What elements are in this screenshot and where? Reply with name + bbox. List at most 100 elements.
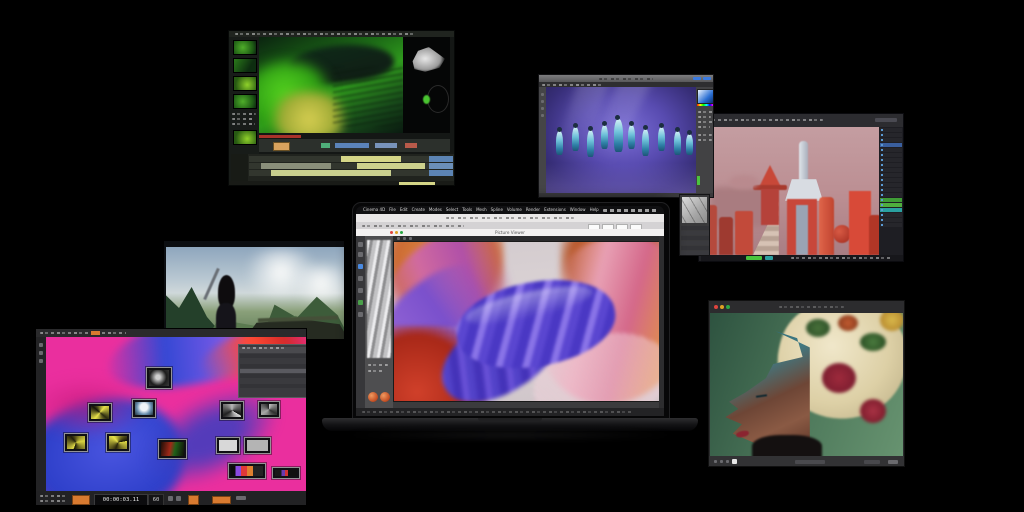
fps-field[interactable]: 60 xyxy=(148,494,164,506)
tool-icon[interactable] xyxy=(358,242,363,247)
parameter-row[interactable] xyxy=(240,364,306,368)
node-operator[interactable] xyxy=(158,439,187,459)
toolbar-icon[interactable] xyxy=(720,460,723,463)
parameter-row[interactable] xyxy=(240,374,306,378)
timeline-clip[interactable] xyxy=(341,156,401,162)
active-menu-chip[interactable] xyxy=(91,331,100,335)
outliner-row[interactable] xyxy=(880,193,902,197)
outliner-row[interactable] xyxy=(880,133,902,137)
clip-thumbnail[interactable] xyxy=(233,130,257,145)
menu-item[interactable]: Mesh xyxy=(476,206,487,214)
tool-icon[interactable] xyxy=(541,93,544,96)
option-chip[interactable] xyxy=(236,496,246,500)
parameter-row[interactable] xyxy=(240,379,306,383)
timeline-clip[interactable] xyxy=(271,170,391,176)
clip-thumbnail[interactable] xyxy=(233,58,257,73)
zoom-pill[interactable] xyxy=(795,460,825,464)
record-button[interactable] xyxy=(273,142,290,151)
tool-icon[interactable] xyxy=(541,114,544,117)
photo-editor-toolbar[interactable] xyxy=(709,456,904,467)
outliner-row[interactable] xyxy=(880,223,902,227)
range-chip[interactable] xyxy=(212,496,231,504)
outliner-row-selected[interactable] xyxy=(880,143,902,147)
foreground-color-chip[interactable] xyxy=(697,176,700,185)
clip-thumbnail[interactable] xyxy=(233,94,257,109)
zoom-button[interactable] xyxy=(726,305,730,309)
node-operator[interactable] xyxy=(258,401,280,418)
step-button[interactable] xyxy=(176,496,181,501)
tool-icon-active[interactable] xyxy=(358,264,363,269)
outliner-row[interactable] xyxy=(880,128,902,132)
tool-icon[interactable] xyxy=(358,288,363,293)
node-operator[interactable] xyxy=(220,401,244,420)
photoshop-titlebar[interactable] xyxy=(539,75,713,82)
loop-toggle[interactable] xyxy=(188,495,199,505)
blue-control[interactable] xyxy=(335,143,369,148)
color-picker[interactable] xyxy=(697,89,714,104)
play-button[interactable] xyxy=(72,495,90,505)
tool-icon[interactable] xyxy=(358,252,363,257)
menu-item[interactable]: Help xyxy=(590,206,599,214)
tool-icon[interactable] xyxy=(39,359,43,363)
timeline-bar[interactable] xyxy=(701,255,903,261)
clip-label[interactable] xyxy=(429,156,453,162)
outliner-row-green[interactable] xyxy=(880,203,902,207)
outliner-row[interactable] xyxy=(880,153,902,157)
outliner-row-green[interactable] xyxy=(880,198,902,202)
hue-strip[interactable] xyxy=(697,104,713,106)
tool-icon[interactable] xyxy=(541,100,544,103)
outliner-row[interactable] xyxy=(880,213,902,217)
outliner-row[interactable] xyxy=(880,183,902,187)
macos-menu-bar[interactable]: Cinema 4DFileEditCreateModesSelectToolsM… xyxy=(356,206,664,214)
parameter-row[interactable] xyxy=(240,354,306,358)
picture-viewer-titlebar[interactable]: Picture Viewer xyxy=(356,229,664,236)
clip-label[interactable] xyxy=(429,170,453,176)
menu-item[interactable]: Modes xyxy=(429,206,442,214)
transport-controls[interactable] xyxy=(259,139,450,152)
tool-icon[interactable] xyxy=(358,312,363,317)
teal-chip[interactable] xyxy=(765,256,773,260)
node-operator[interactable] xyxy=(132,399,156,418)
tool-icon[interactable] xyxy=(39,351,43,355)
zoom-button[interactable] xyxy=(400,231,403,234)
menu-item[interactable]: Extensions xyxy=(544,206,566,214)
toolbar-icon[interactable] xyxy=(714,460,717,463)
workspace-button[interactable] xyxy=(693,77,701,80)
timeline-transport-bar[interactable]: 00:00:03.11 60 xyxy=(36,491,307,506)
outliner-row[interactable] xyxy=(880,138,902,142)
material-sphere[interactable] xyxy=(380,392,390,402)
clip-label[interactable] xyxy=(429,163,453,169)
parameter-panel-header[interactable] xyxy=(239,347,307,353)
parameter-row[interactable] xyxy=(240,384,306,388)
menu-item[interactable]: Spline xyxy=(491,206,503,214)
workspace-button[interactable] xyxy=(703,77,711,80)
red-control[interactable] xyxy=(405,143,417,148)
status-icons-blur[interactable] xyxy=(603,209,657,212)
tool-column[interactable] xyxy=(356,236,365,408)
outliner-row[interactable] xyxy=(880,188,902,192)
menu-item[interactable]: Window xyxy=(570,206,586,214)
outliner-row[interactable] xyxy=(880,158,902,162)
viewer-icon[interactable] xyxy=(403,237,406,240)
app-toolbar[interactable] xyxy=(356,214,664,222)
photo-editor-titlebar[interactable] xyxy=(709,301,904,313)
node-operator[interactable] xyxy=(244,437,271,454)
viewer-icon[interactable] xyxy=(397,237,400,240)
node-strip[interactable] xyxy=(272,467,300,479)
parameter-row[interactable] xyxy=(240,389,306,393)
minimize-button[interactable] xyxy=(395,231,398,234)
toolbar-icon[interactable] xyxy=(888,460,898,464)
close-button[interactable] xyxy=(714,305,718,309)
tool-strip[interactable] xyxy=(36,337,46,491)
outliner-row[interactable] xyxy=(880,173,902,177)
timeline-clip[interactable] xyxy=(261,163,331,169)
outliner-row[interactable] xyxy=(880,178,902,182)
step-button[interactable] xyxy=(168,496,173,501)
timeline[interactable] xyxy=(231,154,454,181)
close-button[interactable] xyxy=(390,231,393,234)
active-tool-icon[interactable] xyxy=(732,459,737,464)
material-sphere[interactable] xyxy=(368,392,378,402)
menu-item[interactable]: Select xyxy=(446,206,458,214)
node-operator[interactable] xyxy=(216,437,240,454)
menu-item[interactable]: Create xyxy=(412,206,425,214)
